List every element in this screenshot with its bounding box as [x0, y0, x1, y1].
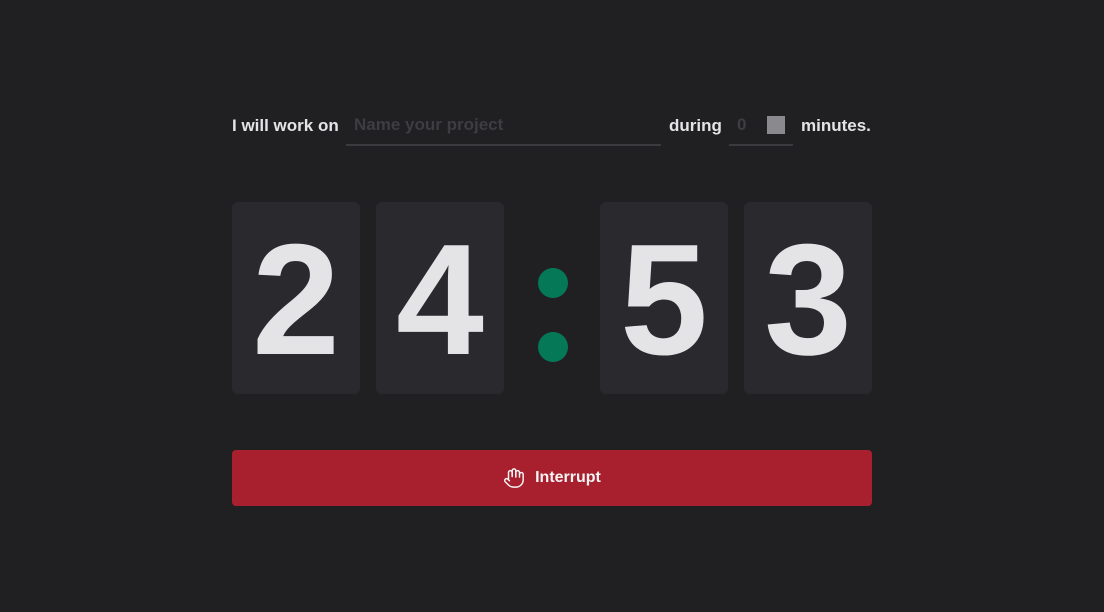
sentence-middle: during	[669, 116, 722, 135]
colon-bottom-dot	[538, 332, 568, 362]
minutes-ones-card: 4	[376, 202, 504, 394]
project-name-input[interactable]	[346, 106, 661, 144]
interrupt-label: Interrupt	[535, 469, 601, 486]
interrupt-button[interactable]: Interrupt	[232, 450, 872, 506]
seconds-ones-digit: 3	[764, 212, 852, 388]
seconds-tens-digit: 5	[620, 212, 708, 388]
project-sentence: I will work on during minutes.	[232, 106, 872, 146]
minutes-tens-card: 2	[232, 202, 360, 394]
sentence-prefix: I will work on	[232, 116, 339, 135]
hand-icon	[504, 468, 525, 488]
sentence-suffix: minutes.	[801, 116, 871, 135]
minutes-ones-digit: 4	[396, 212, 484, 388]
minutes-tens-digit: 2	[252, 212, 340, 388]
minutes-stepper[interactable]	[767, 116, 785, 134]
project-field	[346, 106, 661, 146]
minutes-field	[729, 106, 793, 146]
seconds-ones-card: 3	[744, 202, 872, 394]
seconds-tens-card: 5	[600, 202, 728, 394]
pomodoro-app: I will work on during minutes. 2 4 5 3 I…	[0, 0, 1104, 612]
colon-top-dot	[538, 268, 568, 298]
